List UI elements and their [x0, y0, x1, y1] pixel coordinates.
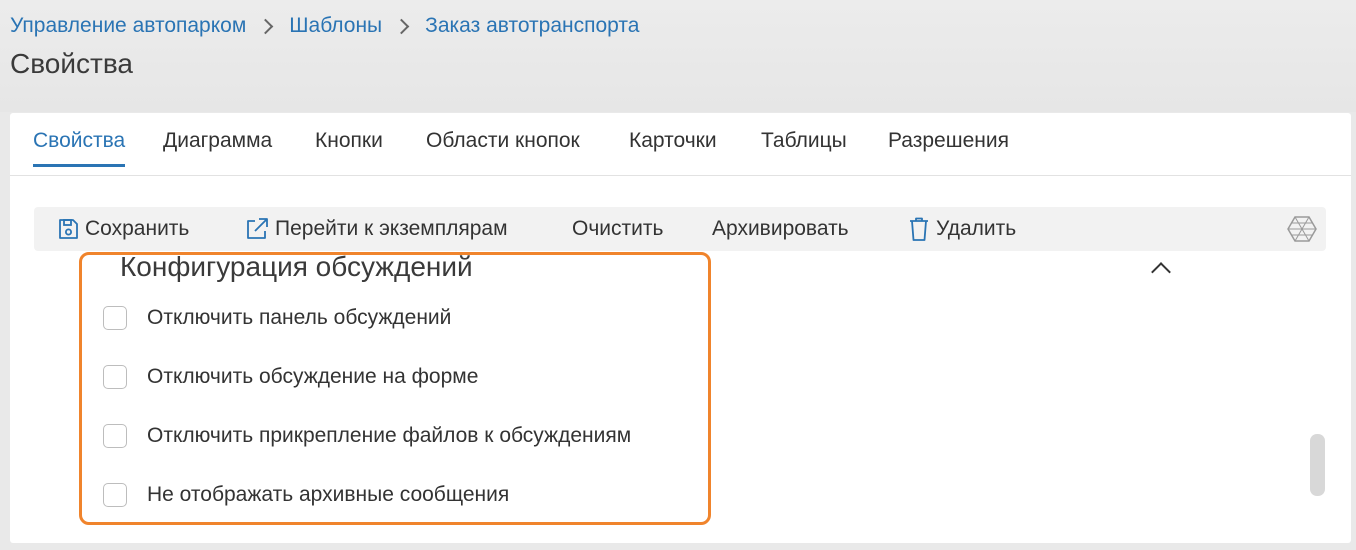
breadcrumb-fleet-management[interactable]: Управление автопарком: [10, 14, 246, 38]
page-title: Свойства: [10, 48, 133, 79]
breadcrumb: Управление автопарком Шаблоны Заказ авто…: [10, 14, 639, 38]
save-icon: [59, 219, 78, 239]
chevron-right-icon: [258, 18, 274, 34]
tab-cards[interactable]: Карточки: [629, 129, 717, 167]
tab-permissions[interactable]: Разрешения: [888, 129, 1009, 167]
trash-icon: [910, 217, 928, 241]
page-header: Управление автопарком Шаблоны Заказ авто…: [0, 0, 1356, 112]
option-disable-form-discussion[interactable]: Отключить обсуждение на форме: [103, 365, 478, 389]
option-disable-file-attachments[interactable]: Отключить прикрепление файлов к обсужден…: [103, 424, 631, 448]
tab-diagram[interactable]: Диаграмма: [163, 129, 272, 167]
checkbox[interactable]: [103, 365, 127, 389]
breadcrumb-vehicle-order[interactable]: Заказ автотранспорта: [425, 14, 639, 38]
section-title: Конфигурация обсуждений: [120, 251, 473, 282]
save-label: Сохранить: [85, 217, 190, 240]
option-label: Отключить панель обсуждений: [147, 306, 452, 329]
breadcrumb-templates[interactable]: Шаблоны: [289, 14, 382, 38]
properties-panel: Свойства Диаграмма Кнопки Области кнопок…: [10, 113, 1351, 543]
toolbar: Сохранить Перейти к экземплярам Очистить…: [34, 207, 1326, 251]
tab-bar: Свойства Диаграмма Кнопки Области кнопок…: [10, 113, 1351, 176]
tab-tables[interactable]: Таблицы: [761, 129, 847, 167]
tab-buttons[interactable]: Кнопки: [315, 129, 383, 167]
option-label: Отключить прикрепление файлов к обсужден…: [147, 424, 632, 447]
tab-properties[interactable]: Свойства: [33, 129, 126, 167]
option-label: Отключить обсуждение на форме: [147, 365, 479, 388]
goto-instances-button[interactable]: Перейти к экземплярам: [244, 207, 508, 251]
archive-label: Архивировать: [712, 217, 849, 240]
option-hide-archived-messages[interactable]: Не отображать архивные сообщения: [103, 483, 509, 507]
more-actions-button[interactable]: [1287, 207, 1322, 251]
tab-button-areas[interactable]: Области кнопок: [426, 129, 580, 167]
archive-button[interactable]: Архивировать: [712, 207, 849, 251]
scrollbar[interactable]: [1310, 434, 1325, 496]
option-label: Не отображать архивные сообщения: [147, 483, 510, 506]
clear-button[interactable]: Очистить: [572, 207, 663, 251]
external-link-icon: [247, 218, 268, 239]
hexagon-menu-icon: [1287, 216, 1317, 242]
checkbox[interactable]: [103, 424, 127, 448]
goto-instances-label: Перейти к экземплярам: [275, 217, 508, 240]
chevron-up-icon[interactable]: [1151, 262, 1171, 282]
checkbox[interactable]: [103, 306, 127, 330]
save-button[interactable]: Сохранить: [56, 207, 189, 251]
checkbox[interactable]: [103, 483, 127, 507]
option-disable-discussion-panel[interactable]: Отключить панель обсуждений: [103, 306, 451, 330]
delete-label: Удалить: [936, 217, 1017, 240]
delete-button[interactable]: Удалить: [907, 207, 1016, 251]
chevron-right-icon: [393, 18, 410, 34]
clear-label: Очистить: [572, 217, 664, 240]
